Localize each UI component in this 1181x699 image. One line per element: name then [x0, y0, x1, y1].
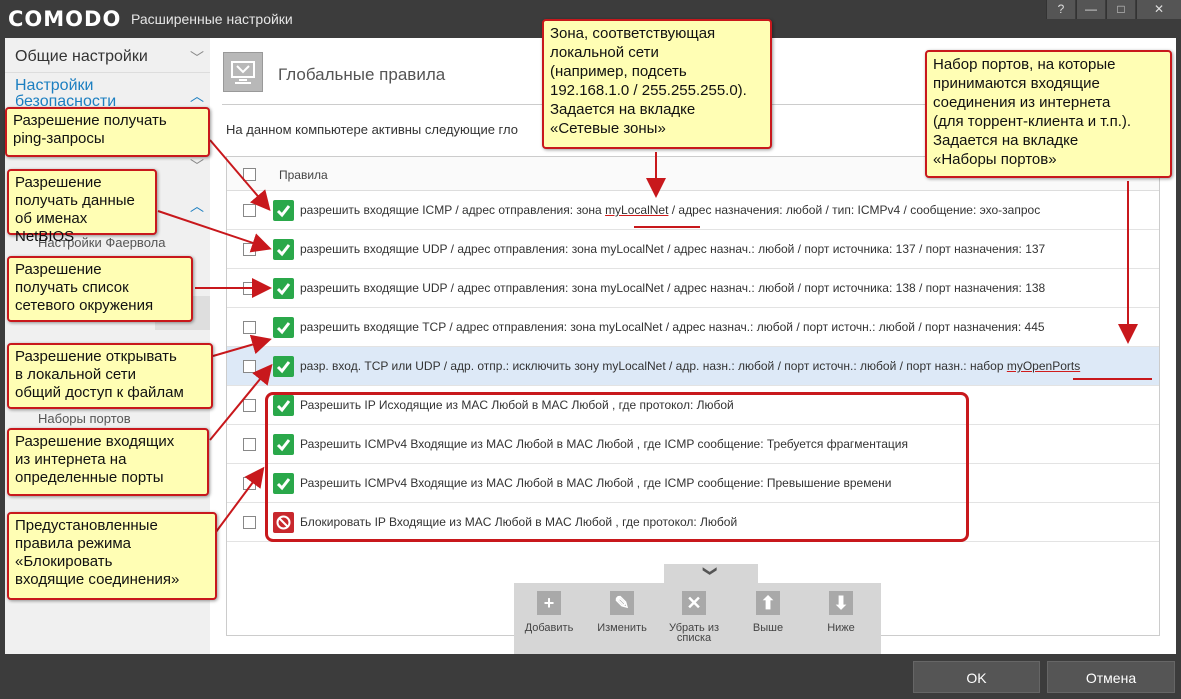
callout-inbound-ports: Разрешение входящих из интернета на опреде…: [7, 428, 209, 496]
page-title: Глобальные правила: [278, 65, 446, 84]
rule-text: разр. вход. TCP или UDP / адр. отпр.: ис…: [300, 359, 1081, 373]
table-row[interactable]: разрешить входящие UDP / адрес отправлен…: [227, 230, 1159, 269]
row-checkbox[interactable]: [243, 477, 256, 490]
rule-text: разрешить входящие UDP / адрес отправлен…: [300, 242, 1046, 256]
callout-netbios: Разрешение получать данные об именах NetBI…: [7, 169, 157, 245]
callout-port-sets: Набор портов, на которые принимаются вход…: [925, 50, 1172, 178]
row-checkbox[interactable]: [243, 243, 256, 256]
port-set-highlight: myOpenPorts: [1006, 359, 1081, 373]
row-checkbox[interactable]: [243, 438, 256, 451]
table-row[interactable]: разрешить входящие UDP / адрес отправлен…: [227, 269, 1159, 308]
chevron-down-icon[interactable]: ﹀: [190, 156, 204, 176]
add-button[interactable]: + Добавить: [517, 591, 581, 634]
arrow-up-icon: ⬆: [756, 591, 780, 615]
allow-check-icon: [273, 200, 294, 221]
callout-network-list: Разрешение получать список сетевого окруже…: [7, 256, 193, 322]
sidebar-item-port-sets[interactable]: Наборы портов: [38, 411, 131, 426]
callout-file-sharing: Разрешение открывать в локальной сети общи…: [7, 343, 213, 409]
allow-check-icon: [273, 239, 294, 260]
column-header-rules[interactable]: Правила: [279, 168, 328, 182]
up-label: Выше: [752, 622, 784, 634]
sidebar-divider: [5, 72, 210, 73]
allow-check-icon: [273, 278, 294, 299]
chevron-up-icon[interactable]: ︿: [190, 196, 204, 216]
callout-zone: Зона, соответствующая локальной сети (напр…: [542, 19, 772, 149]
plus-icon: +: [537, 591, 561, 615]
preset-rules-highlight: [265, 392, 969, 542]
callout-preset-rules: Предустановленные правила режима «Блокиров…: [7, 512, 217, 600]
maximize-button[interactable]: □: [1106, 0, 1135, 19]
sidebar-item-security[interactable]: Настройки безопасности: [15, 78, 165, 108]
arrow-down-icon: ⬇: [829, 591, 853, 615]
row-checkbox[interactable]: [243, 204, 256, 217]
intro-text: На данном компьютере активны следующие г…: [226, 122, 518, 137]
table-row[interactable]: разрешить входящие ICMP / адрес отправле…: [227, 191, 1159, 230]
down-label: Ниже: [827, 622, 855, 634]
close-button[interactable]: ✕: [1136, 0, 1181, 19]
cancel-button[interactable]: Отмена: [1047, 661, 1175, 693]
add-label: Добавить: [524, 622, 574, 634]
table-row-selected[interactable]: разр. вход. TCP или UDP / адр. отпр.: ис…: [227, 347, 1159, 386]
edit-button[interactable]: ✎ Изменить: [590, 591, 654, 634]
row-checkbox[interactable]: [243, 321, 256, 334]
comodo-logo: COMODO: [8, 7, 122, 31]
row-checkbox[interactable]: [243, 399, 256, 412]
row-checkbox[interactable]: [243, 282, 256, 295]
minimize-button[interactable]: —: [1076, 0, 1105, 19]
pencil-icon: ✎: [610, 591, 634, 615]
chevron-down-icon[interactable]: ﹀: [190, 48, 204, 68]
rule-text: разрешить входящие ICMP / адрес отправле…: [300, 203, 1041, 217]
edit-label: Изменить: [597, 622, 647, 634]
row-checkbox[interactable]: [243, 360, 256, 373]
action-toolbar: + Добавить ✎ Изменить ✕ Убрать из списка…: [514, 583, 881, 654]
allow-check-icon: [273, 317, 294, 338]
zone-highlight: myLocalNet: [605, 203, 669, 217]
toolbar-toggle[interactable]: ❯: [664, 564, 758, 583]
move-up-button[interactable]: ⬆ Выше: [736, 591, 800, 634]
chevron-down-icon: ❯: [702, 565, 719, 577]
rule-text: разрешить входящие UDP / адрес отправлен…: [300, 281, 1046, 295]
select-all-checkbox[interactable]: [243, 168, 256, 181]
row-checkbox[interactable]: [243, 516, 256, 529]
global-rules-icon: [223, 52, 263, 92]
sidebar-item-general[interactable]: Общие настройки: [15, 48, 148, 66]
allow-check-icon: [273, 356, 294, 377]
remove-button[interactable]: ✕ Убрать из списка: [662, 583, 726, 644]
callout-ping: Разрешение получать ping-запросы: [5, 107, 210, 157]
table-row[interactable]: разрешить входящие TCP / адрес отправлен…: [227, 308, 1159, 347]
move-down-button[interactable]: ⬇ Ниже: [809, 591, 873, 634]
remove-x-icon: ✕: [682, 591, 706, 615]
remove-label-line2: списка: [676, 632, 712, 644]
rule-text: разрешить входящие TCP / адрес отправлен…: [300, 320, 1045, 334]
window-title: Расширенные настройки: [131, 11, 293, 27]
help-button[interactable]: ?: [1046, 0, 1075, 19]
ok-button[interactable]: OK: [913, 661, 1040, 693]
chevron-up-icon[interactable]: ︿: [190, 86, 204, 106]
